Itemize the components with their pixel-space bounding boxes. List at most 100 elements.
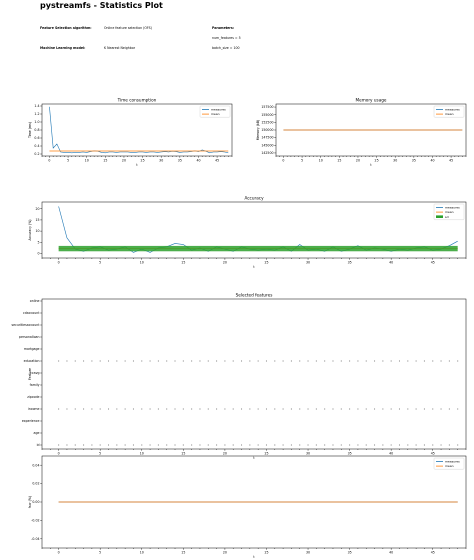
x-tick-label: 35 xyxy=(412,159,416,163)
feature-label: securitiesaccount xyxy=(11,323,40,327)
selected-point xyxy=(282,444,284,446)
selected-point xyxy=(407,360,409,362)
legend-label-sd: sd xyxy=(445,215,449,219)
selected-point xyxy=(182,444,184,446)
chart-memory: Memory usage t Memory (kB) 0 5 10 15 20 25 30 35 40… xyxy=(256,98,467,167)
selected-point xyxy=(157,444,159,446)
selected-point xyxy=(108,408,110,410)
selected-point xyxy=(99,360,101,362)
selected-point xyxy=(207,444,209,446)
selected-point xyxy=(257,444,259,446)
selected-point xyxy=(166,360,168,362)
selected-point xyxy=(191,360,193,362)
y-tick-label: 10 xyxy=(35,229,39,233)
selected-point xyxy=(432,360,434,362)
selected-point xyxy=(457,444,459,446)
feature-label: family xyxy=(30,383,40,387)
selected-point xyxy=(324,408,326,410)
selected-point xyxy=(349,408,351,410)
selected-point xyxy=(58,408,60,410)
selected-point xyxy=(232,444,234,446)
x-tick-label: 25 xyxy=(141,159,145,163)
x-tick-label: 0 xyxy=(48,159,50,163)
series-line-measures xyxy=(58,206,458,253)
selected-point xyxy=(83,444,85,446)
x-axis-label: t xyxy=(370,163,372,167)
selected-point xyxy=(83,408,85,410)
selected-point xyxy=(216,444,218,446)
x-tick-label: 30 xyxy=(306,551,310,555)
selected-point xyxy=(415,360,417,362)
selected-point xyxy=(290,408,292,410)
feature-label: cdaccount xyxy=(23,311,40,315)
x-tick-label: 25 xyxy=(264,261,268,265)
selected-point xyxy=(390,360,392,362)
selected-point xyxy=(132,360,134,362)
y-tick-label: 145000 xyxy=(261,143,273,147)
selected-point xyxy=(440,408,442,410)
selected-point xyxy=(332,360,334,362)
selected-point xyxy=(349,444,351,446)
selected-point xyxy=(241,360,243,362)
selected-point xyxy=(182,360,184,362)
selected-point xyxy=(340,408,342,410)
y-axis-label: Time (ms) xyxy=(28,122,32,139)
feature-label: age xyxy=(34,431,40,435)
x-tick-label: 45 xyxy=(449,159,453,163)
y-tick-label: 147500 xyxy=(261,136,273,140)
selected-point xyxy=(307,444,309,446)
y-tick-label: 0.6 xyxy=(34,136,39,140)
chart-title: Memory usage xyxy=(356,98,387,103)
selected-point xyxy=(174,408,176,410)
chart-time: Time consumption t Time (ms) 0 5 10 15 20 25 30 35… xyxy=(28,98,233,167)
selected-point xyxy=(332,408,334,410)
legend-label-mean: mean xyxy=(445,210,454,214)
selected-point xyxy=(66,444,68,446)
x-tick-label: 40 xyxy=(196,159,200,163)
legend-label-mean: mean xyxy=(445,464,454,468)
feature-label: education xyxy=(24,359,40,363)
x-tick-label: 20 xyxy=(223,452,227,456)
selected-point xyxy=(207,408,209,410)
selected-point xyxy=(124,408,126,410)
selected-point xyxy=(149,444,151,446)
selected-point xyxy=(182,408,184,410)
y-tick-label: 0.02 xyxy=(32,482,39,486)
feature-label: personalloan xyxy=(19,335,40,339)
x-tick-label: 40 xyxy=(389,261,393,265)
selected-point xyxy=(398,360,400,362)
selected-point xyxy=(307,360,309,362)
selected-point xyxy=(141,408,143,410)
selected-point xyxy=(232,408,234,410)
y-tick-label: 0.04 xyxy=(32,463,39,467)
sd-band xyxy=(58,245,458,252)
selected-point xyxy=(74,408,76,410)
legend-label-measures: measures xyxy=(445,206,460,210)
x-tick-label: 0 xyxy=(58,261,60,265)
selected-point xyxy=(390,444,392,446)
feature-label: experience xyxy=(22,419,40,423)
selected-point xyxy=(274,408,276,410)
selected-point xyxy=(124,444,126,446)
legend-label-mean: mean xyxy=(211,112,220,116)
selected-point xyxy=(99,408,101,410)
x-tick-label: 0 xyxy=(58,551,60,555)
chart-accuracy: Accuracy t Accuracy (%) 0 5 10 15 20 25 30 35 40 45 0… xyxy=(28,196,467,269)
selected-point xyxy=(274,444,276,446)
feature-label: id xyxy=(37,443,40,447)
selected-point xyxy=(448,360,450,362)
y-tick-label: 0.00 xyxy=(32,500,39,504)
selected-point xyxy=(91,408,93,410)
x-tick-label: 15 xyxy=(181,551,185,555)
x-tick-label: 10 xyxy=(140,551,144,555)
selected-point xyxy=(365,444,367,446)
chart-title: Accuracy xyxy=(244,196,264,201)
selected-point xyxy=(124,360,126,362)
selected-point xyxy=(374,360,376,362)
y-tick-label: 0.2 xyxy=(34,152,39,156)
selected-point xyxy=(249,444,251,446)
y-axis-label: Memory (kB) xyxy=(256,120,260,141)
x-tick-label: 30 xyxy=(306,261,310,265)
selected-point xyxy=(257,360,259,362)
x-axis-label: t xyxy=(136,163,138,167)
